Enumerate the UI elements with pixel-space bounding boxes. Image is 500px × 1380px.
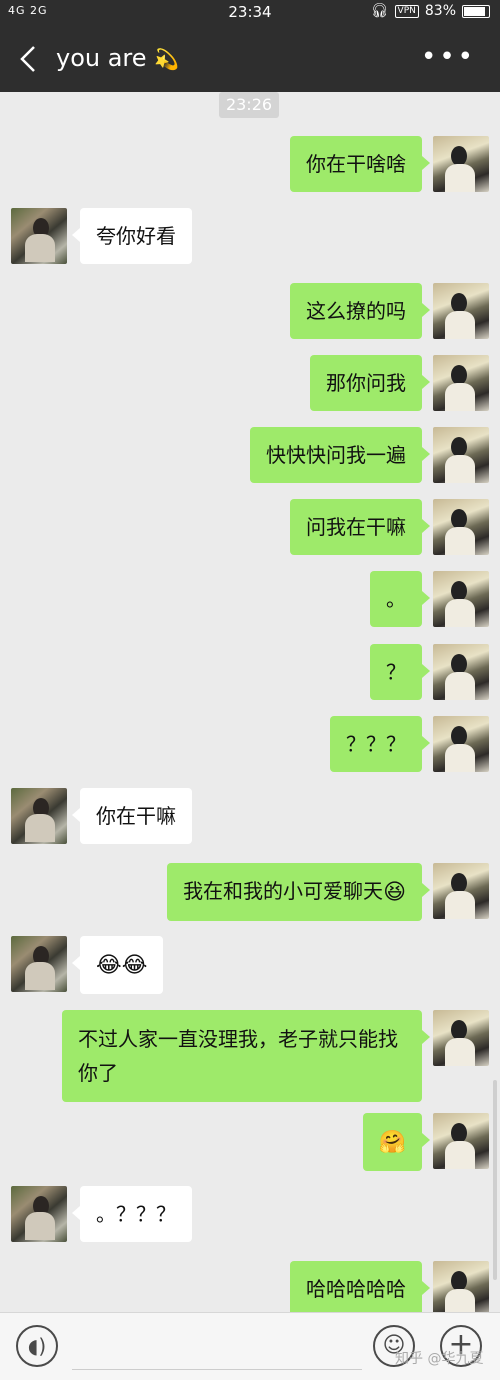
message-row: ？	[0, 644, 500, 700]
message-bubble-mine[interactable]: 。	[370, 571, 430, 627]
avatar-contact[interactable]	[11, 208, 67, 264]
message-bubble-contact[interactable]: 。？？？	[72, 1186, 192, 1242]
avatar-me[interactable]	[433, 136, 489, 192]
message-bubble-mine[interactable]: 哈哈哈哈哈	[290, 1261, 430, 1312]
back-button[interactable]	[16, 41, 46, 77]
message-bubble-mine[interactable]: 那你问我	[310, 355, 430, 411]
dizzy-star-icon: 💫	[154, 47, 180, 71]
avatar-me[interactable]	[433, 1113, 489, 1169]
avatar-me[interactable]	[433, 283, 489, 339]
message-input[interactable]	[72, 1369, 362, 1370]
chat-scrollbar[interactable]	[493, 1080, 497, 1280]
message-row: 我在和我的小可爱聊天😆	[0, 863, 500, 921]
input-bar: ◖) ☺ +	[0, 1312, 500, 1380]
message-bubble-contact[interactable]: 夸你好看	[72, 208, 192, 264]
tears-of-joy-emoji-icon: 😂😂	[96, 952, 148, 978]
chat-title: you are 💫	[56, 44, 179, 72]
time-divider: 23:26	[219, 92, 279, 118]
message-bubble-mine[interactable]: 问我在干嘛	[290, 499, 430, 555]
message-row: 🤗	[0, 1113, 500, 1171]
avatar-me[interactable]	[433, 1010, 489, 1066]
message-row: 这么撩的吗	[0, 283, 500, 339]
message-bubble-mine[interactable]: ？	[370, 644, 430, 700]
more-icon[interactable]: •••	[421, 44, 476, 70]
chat-header: you are 💫 •••	[0, 26, 500, 92]
avatar-me[interactable]	[433, 355, 489, 411]
laughing-emoji-icon: 😆	[383, 879, 406, 905]
message-row: 。	[0, 571, 500, 627]
message-row: 哈哈哈哈哈	[0, 1261, 500, 1312]
vpn-badge: VPN	[394, 4, 419, 18]
avatar-me[interactable]	[433, 644, 489, 700]
message-row: 问我在干嘛	[0, 499, 500, 555]
message-row: 你在干啥啥	[0, 136, 500, 192]
message-row: 。？？？	[0, 1186, 500, 1242]
chat-title-text: you are	[56, 44, 147, 72]
message-bubble-mine[interactable]: ？？？	[330, 716, 430, 772]
message-row: 😂😂	[0, 936, 500, 994]
avatar-me[interactable]	[433, 571, 489, 627]
avatar-me[interactable]	[433, 499, 489, 555]
message-bubble-mine[interactable]: 快快快问我一遍	[250, 427, 430, 483]
battery-percent: 83%	[424, 3, 456, 19]
avatar-me[interactable]	[433, 427, 489, 483]
battery-icon	[462, 4, 490, 18]
message-bubble-mine[interactable]: 不过人家一直没理我，老子就只能找你了	[62, 1010, 430, 1102]
message-bubble-mine[interactable]: 🤗	[362, 1113, 431, 1171]
message-row: 夸你好看	[0, 208, 500, 264]
avatar-me[interactable]	[433, 1261, 489, 1312]
voice-icon[interactable]: ◖)	[16, 1325, 58, 1367]
message-row: 快快快问我一遍	[0, 427, 500, 483]
hugging-emoji-icon: 🤗	[378, 1129, 406, 1155]
message-bubble-contact[interactable]: 你在干嘛	[72, 788, 192, 844]
message-row: 那你问我	[0, 355, 500, 411]
avatar-contact[interactable]	[11, 936, 67, 992]
avatar-contact[interactable]	[11, 788, 67, 844]
message-row: ？？？	[0, 716, 500, 772]
avatar-me[interactable]	[433, 863, 489, 919]
chat-area[interactable]: 23:26 你在干啥啥 夸你好看 这么撩的吗 那你问我 快快快问我一遍 问我在干…	[0, 92, 500, 1312]
status-bar: 4G 2G 23:34 🎧︎ VPN 83%	[0, 0, 500, 26]
message-row: 不过人家一直没理我，老子就只能找你了	[0, 1010, 500, 1102]
avatar-contact[interactable]	[11, 1186, 67, 1242]
message-text: 我在和我的小可爱聊天	[183, 879, 384, 903]
avatar-me[interactable]	[433, 716, 489, 772]
headset-icon: 🎧︎	[370, 3, 389, 19]
message-bubble-mine[interactable]: 你在干啥啥	[290, 136, 430, 192]
message-row: 你在干嘛	[0, 788, 500, 844]
message-bubble-mine[interactable]: 这么撩的吗	[290, 283, 430, 339]
message-bubble-contact[interactable]: 😂😂	[71, 936, 164, 994]
watermark: 知乎 @华九夏	[395, 1351, 484, 1367]
message-bubble-mine[interactable]: 我在和我的小可爱聊天😆	[167, 863, 430, 921]
